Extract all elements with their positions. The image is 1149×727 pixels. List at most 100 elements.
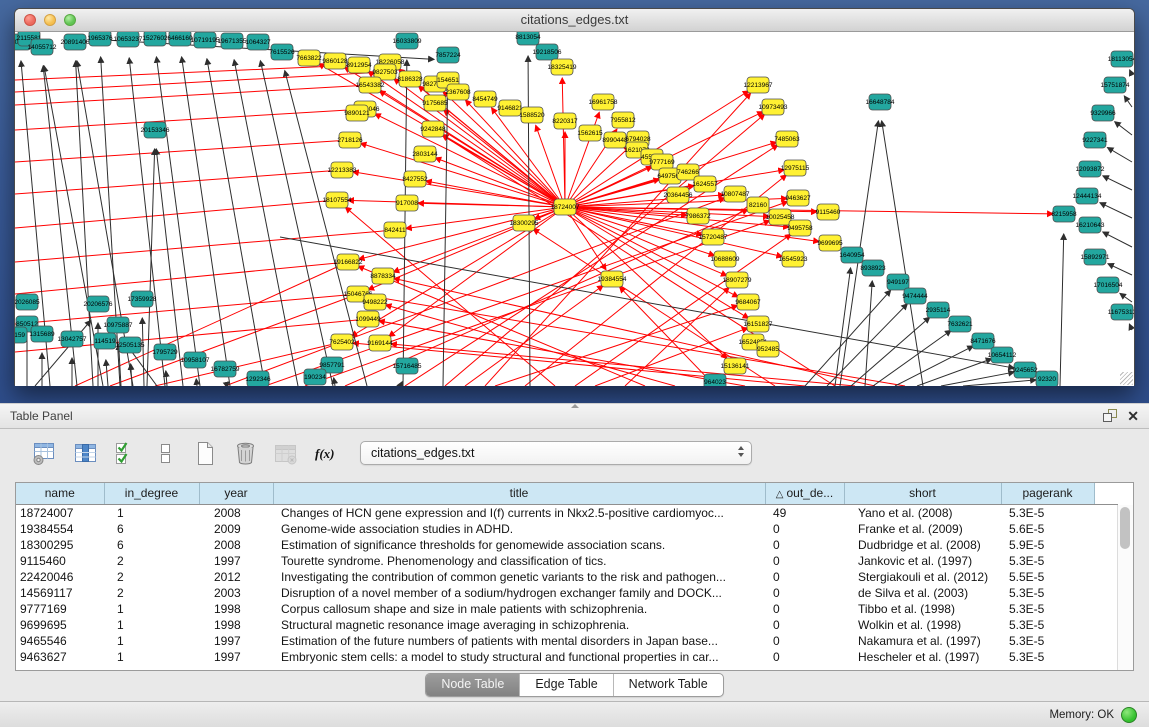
graph-node[interactable]: 9463627 — [785, 190, 811, 206]
table-row[interactable]: 1456911722003Disruption of a novel membe… — [16, 585, 1118, 601]
graph-node[interactable]: 8186328 — [397, 71, 423, 87]
graph-node[interactable]: 842411 — [384, 222, 406, 238]
window-zoom-button[interactable] — [64, 14, 76, 26]
graph-node[interactable]: 7986372 — [685, 208, 711, 224]
graph-node[interactable]: 16210643 — [1076, 217, 1105, 233]
graph-node[interactable]: 9169144 — [367, 335, 393, 351]
graph-node[interactable]: 9498222 — [362, 294, 388, 310]
graph-node[interactable]: 18113054 — [1108, 51, 1134, 67]
graph-node[interactable]: 15751874 — [1101, 77, 1130, 93]
graph-node[interactable]: 7955812 — [610, 112, 636, 128]
memory-status-indicator[interactable] — [1121, 707, 1137, 723]
graph-node[interactable]: 11675313 — [1108, 304, 1134, 320]
deselect-all-button[interactable] — [152, 440, 179, 467]
graph-node[interactable]: 9860128 — [322, 53, 348, 69]
graph-node[interactable]: 19166822 — [334, 254, 363, 270]
graph-node[interactable]: 12975115 — [781, 160, 810, 176]
graph-node[interactable]: 15720487 — [699, 229, 728, 245]
graph-node[interactable]: 13042757 — [58, 331, 87, 347]
graph-node[interactable]: 18907279 — [723, 272, 752, 288]
delete-table-button[interactable] — [232, 440, 259, 467]
graph-node[interactable]: 7857224 — [435, 47, 461, 63]
graph-node[interactable]: 190234 — [304, 369, 326, 385]
window-resize-grip[interactable] — [1120, 372, 1133, 385]
graph-node[interactable]: 1064327 — [245, 34, 271, 50]
graph-node[interactable]: 10654112 — [988, 347, 1017, 363]
function-builder-button[interactable]: f(x) — [312, 440, 339, 467]
graph-node[interactable]: 12213383 — [328, 162, 357, 178]
graph-node[interactable]: 7485063 — [774, 131, 800, 147]
table-row[interactable]: 1830029562008Estimation of significance … — [16, 537, 1118, 553]
table-row[interactable]: 969969511998Structural magnetic resonanc… — [16, 617, 1118, 633]
table-row[interactable]: 2242004622012Investigating the contribut… — [16, 569, 1118, 585]
table-options-button[interactable] — [32, 440, 59, 467]
column-header-out_de[interactable]: △out_de... — [765, 483, 844, 504]
graph-node[interactable]: 16545923 — [779, 251, 808, 267]
table-row[interactable]: 946362711997Embryonic stem cells: a mode… — [16, 649, 1118, 665]
tab-network-table[interactable]: Network Table — [614, 674, 723, 696]
graph-node[interactable]: 39159 — [15, 327, 27, 343]
graph-node[interactable]: 952485 — [757, 341, 779, 357]
graph-node[interactable]: 16961758 — [589, 94, 618, 110]
graph-node[interactable]: 19384554 — [598, 271, 627, 287]
network-canvas[interactable]: 1805571211558114055712208914061965376106… — [15, 32, 1134, 386]
graph-node[interactable]: 20364456 — [664, 187, 693, 203]
window-minimize-button[interactable] — [44, 14, 56, 26]
graph-node[interactable]: 8454749 — [472, 91, 498, 107]
graph-node[interactable]: 8220317 — [552, 113, 578, 129]
table-row[interactable]: 977716911998Corpus callosum shape and si… — [16, 601, 1118, 617]
tab-node-table[interactable]: Node Table — [426, 674, 520, 696]
graph-node[interactable]: 9245652 — [1012, 362, 1038, 378]
graph-node[interactable]: 16543382 — [356, 77, 385, 93]
graph-node[interactable]: 10688609 — [711, 251, 740, 267]
graph-node[interactable]: 964023 — [704, 374, 726, 386]
graph-node[interactable]: 114519 — [94, 333, 116, 349]
graph-node[interactable]: 18325419 — [548, 59, 577, 75]
graph-node[interactable]: 1588520 — [519, 107, 545, 123]
graph-node[interactable]: 9329966 — [1090, 105, 1116, 121]
graph-node[interactable]: 8215958 — [1051, 206, 1077, 222]
close-panel-button[interactable]: ✕ — [1127, 409, 1139, 423]
graph-node[interactable]: 8427552 — [402, 171, 428, 187]
graph-node[interactable]: 10975887 — [104, 317, 133, 333]
graph-node[interactable]: 8938923 — [860, 260, 886, 276]
graph-node[interactable]: 16648784 — [866, 94, 895, 110]
float-panel-button[interactable] — [1102, 409, 1118, 423]
graph-node[interactable]: 15892971 — [1081, 249, 1110, 265]
graph-node[interactable]: 2935114 — [926, 302, 951, 318]
window-close-button[interactable] — [24, 14, 36, 26]
graph-node[interactable]: 92320 — [1036, 371, 1058, 386]
graph-node[interactable]: 20206576 — [84, 296, 113, 312]
graph-node[interactable]: 1640954 — [839, 247, 865, 263]
table-row[interactable]: 1872400712008Changes of HCN gene express… — [16, 504, 1118, 521]
graph-node[interactable]: 18724007 — [551, 199, 580, 215]
table-scrollbar-thumb[interactable] — [1120, 507, 1130, 549]
graph-node[interactable]: 9227341 — [1082, 132, 1108, 148]
graph-node[interactable]: 16151827 — [744, 316, 773, 332]
table-row[interactable]: 946554611997Estimation of the future num… — [16, 633, 1118, 649]
table-selector-dropdown[interactable]: citations_edges.txt — [360, 441, 752, 465]
graph-node[interactable]: 20891406 — [61, 34, 90, 50]
graph-node[interactable]: 8912954 — [346, 57, 372, 73]
graph-node[interactable]: 9474444 — [902, 288, 928, 304]
graph-node[interactable]: 2718126 — [337, 132, 363, 148]
graph-node[interactable]: 8878334 — [370, 268, 396, 284]
panel-divider-handle[interactable] — [571, 404, 579, 408]
graph-node[interactable]: 15716485 — [393, 358, 422, 374]
graph-node[interactable]: 2803144 — [412, 146, 438, 162]
graph-node[interactable]: 9684067 — [735, 294, 761, 310]
tab-edge-table[interactable]: Edge Table — [520, 674, 613, 696]
graph-node[interactable]: 9699695 — [817, 235, 843, 251]
graph-node[interactable]: 9175685 — [422, 95, 448, 111]
graph-node[interactable]: 12213967 — [744, 77, 773, 93]
table-row[interactable]: 1938455462009Genome-wide association stu… — [16, 521, 1118, 537]
column-header-name[interactable]: name — [16, 483, 104, 504]
graph-node[interactable]: 7663822 — [296, 50, 322, 66]
graph-node[interactable]: 82160 — [747, 197, 769, 213]
network-graph[interactable]: 1805571211558114055712208914061965376106… — [15, 32, 1134, 386]
graph-node[interactable]: 1527602 — [142, 32, 168, 46]
graph-node[interactable]: 18107554 — [323, 192, 352, 208]
graph-node[interactable]: 949197 — [887, 274, 909, 290]
column-header-title[interactable]: title — [273, 483, 765, 504]
graph-node[interactable]: 8990448 — [602, 132, 628, 148]
